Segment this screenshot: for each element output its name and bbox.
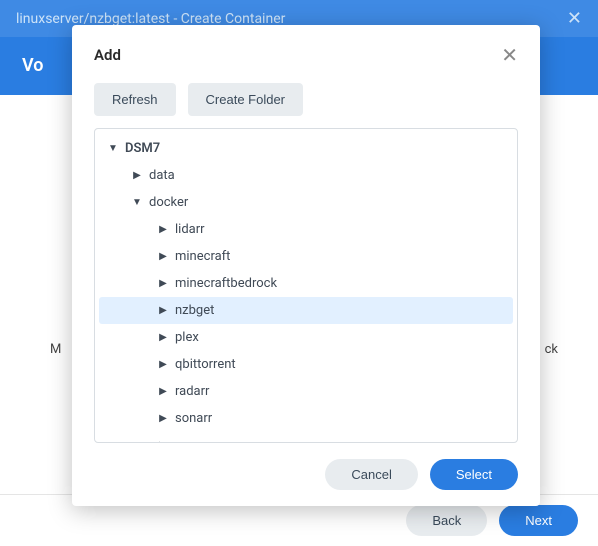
tree-item-label: sonarr [175, 411, 212, 426]
tree-item-minecraftbedrock[interactable]: ▶ minecraftbedrock [99, 270, 513, 297]
chevron-right-icon: ▶ [157, 305, 169, 316]
tree-item-label: qbittorrent [175, 357, 236, 372]
tree-item-radarr[interactable]: ▶ radarr [99, 378, 513, 405]
tree-item-label: radarr [175, 384, 209, 399]
tree-item-vpn[interactable]: ▶ vpn [99, 432, 513, 443]
tree-item-minecraft[interactable]: ▶ minecraft [99, 243, 513, 270]
tree-item-label: minecraft [175, 249, 230, 264]
tree-item-label: plex [175, 330, 199, 345]
chevron-right-icon: ▶ [157, 413, 169, 424]
tree-root-label: DSM7 [125, 141, 160, 156]
chevron-right-icon: ▶ [157, 251, 169, 262]
chevron-down-icon: ▼ [107, 143, 119, 154]
tree-item-label: minecraftbedrock [175, 276, 277, 291]
tree-item-label: nzbget [175, 303, 214, 318]
bg-text-left: M [50, 342, 61, 357]
tree-item-qbittorrent[interactable]: ▶ qbittorrent [99, 351, 513, 378]
tree-item-docker[interactable]: ▼ docker [99, 189, 513, 216]
tree-item-plex[interactable]: ▶ plex [99, 324, 513, 351]
folder-tree[interactable]: ▼ DSM7 ▶ data ▼ docker ▶ lidarr ▶ minecraft ▶ min… [94, 128, 518, 443]
tree-item-label: vpn [175, 438, 196, 443]
chevron-right-icon: ▶ [131, 170, 143, 181]
add-modal: Add ✕ Refresh Create Folder ▼ DSM7 ▶ data… [72, 25, 540, 506]
chevron-right-icon: ▶ [157, 224, 169, 235]
refresh-button[interactable]: Refresh [94, 83, 176, 116]
back-button[interactable]: Back [406, 505, 487, 536]
chevron-right-icon: ▶ [157, 278, 169, 289]
modal-toolbar: Refresh Create Folder [72, 77, 540, 128]
bg-text-right: ck [545, 342, 558, 357]
tree-item-label: docker [149, 195, 188, 210]
cancel-button[interactable]: Cancel [325, 459, 417, 490]
tree-item-data[interactable]: ▶ data [99, 162, 513, 189]
chevron-right-icon: ▶ [157, 386, 169, 397]
chevron-down-icon: ▼ [131, 197, 143, 208]
modal-header: Add ✕ [72, 25, 540, 77]
modal-footer: Cancel Select [72, 443, 540, 506]
chevron-right-icon: ▶ [157, 332, 169, 343]
next-button[interactable]: Next [499, 505, 578, 536]
chevron-right-icon: ▶ [157, 359, 169, 370]
tree-item-lidarr[interactable]: ▶ lidarr [99, 216, 513, 243]
modal-title: Add [94, 46, 121, 64]
create-folder-button[interactable]: Create Folder [188, 83, 303, 116]
close-icon[interactable]: ✕ [501, 45, 518, 65]
select-button[interactable]: Select [430, 459, 518, 490]
tree-item-label: data [149, 168, 175, 183]
tree-item-nzbget[interactable]: ▶ nzbget [99, 297, 513, 324]
tree-item-label: lidarr [175, 222, 205, 237]
chevron-right-icon: ▶ [157, 440, 169, 443]
tree-root[interactable]: ▼ DSM7 [99, 135, 513, 162]
parent-close-icon[interactable]: ✕ [567, 8, 582, 29]
tree-item-sonarr[interactable]: ▶ sonarr [99, 405, 513, 432]
